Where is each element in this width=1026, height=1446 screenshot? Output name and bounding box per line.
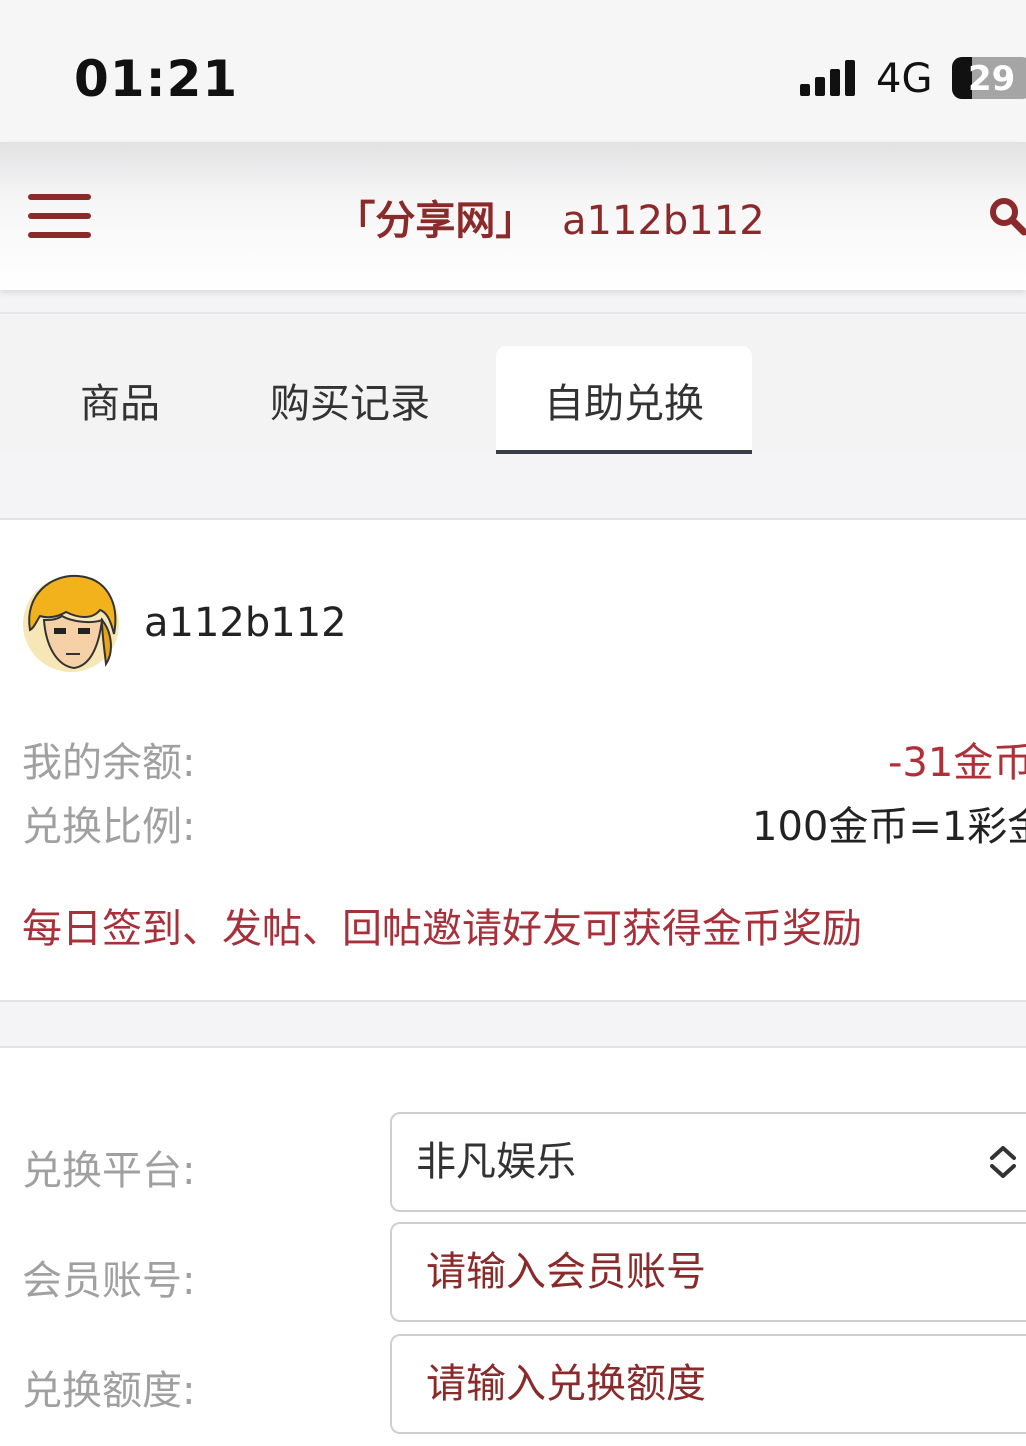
ratio-value: 100金币=1彩金 xyxy=(752,804,1026,850)
header-username: a112b112 xyxy=(562,198,765,244)
battery-level: 29 xyxy=(968,59,1016,99)
member-account-input[interactable] xyxy=(392,1224,1026,1320)
balance-label: 我的余额: xyxy=(22,740,196,786)
search-button[interactable] xyxy=(988,196,1026,240)
page-title: 「分享网」 a112b112 xyxy=(0,188,1026,246)
avatar xyxy=(23,574,119,672)
account-username: a112b112 xyxy=(144,600,347,646)
platform-select[interactable]: 非凡娱乐 xyxy=(390,1112,1026,1212)
signal-icon xyxy=(800,60,860,96)
tab-purchase-history[interactable]: 购买记录 xyxy=(232,346,468,454)
battery-icon: 29 xyxy=(952,57,1026,99)
tab-bar: 商品 购买记录 自助兑换 xyxy=(0,312,1026,454)
member-account-field xyxy=(390,1222,1026,1322)
amount-input[interactable] xyxy=(392,1336,1026,1432)
app-header: 「分享网」 a112b112 xyxy=(0,142,1026,290)
network-type: 4G xyxy=(876,56,933,102)
reward-notice: 每日签到、发帖、回帖邀请好友可获得金币奖励 xyxy=(22,906,862,952)
account-card: a112b112 我的余额: -31金币 兑换比例: 100金币=1彩金 每日签… xyxy=(0,518,1026,1002)
status-time: 01:21 xyxy=(74,50,239,108)
status-bar: 01:21 4G 29 xyxy=(0,0,1026,142)
search-icon xyxy=(990,198,1026,236)
member-account-label: 会员账号: xyxy=(22,1258,196,1304)
tab-self-exchange[interactable]: 自助兑换 xyxy=(496,346,752,454)
exchange-form: 兑换平台: 非凡娱乐 会员账号: 兑换额度: xyxy=(0,1046,1026,1446)
chevron-updown-icon xyxy=(990,1146,1016,1178)
ratio-label: 兑换比例: xyxy=(22,804,196,850)
balance-value: -31金币 xyxy=(888,740,1026,786)
amount-field xyxy=(390,1334,1026,1434)
platform-value: 非凡娱乐 xyxy=(416,1139,576,1185)
platform-label: 兑换平台: xyxy=(22,1148,196,1194)
amount-label: 兑换额度: xyxy=(22,1368,196,1414)
tab-products[interactable]: 商品 xyxy=(40,346,200,454)
site-brand: 「分享网」 xyxy=(335,198,536,244)
